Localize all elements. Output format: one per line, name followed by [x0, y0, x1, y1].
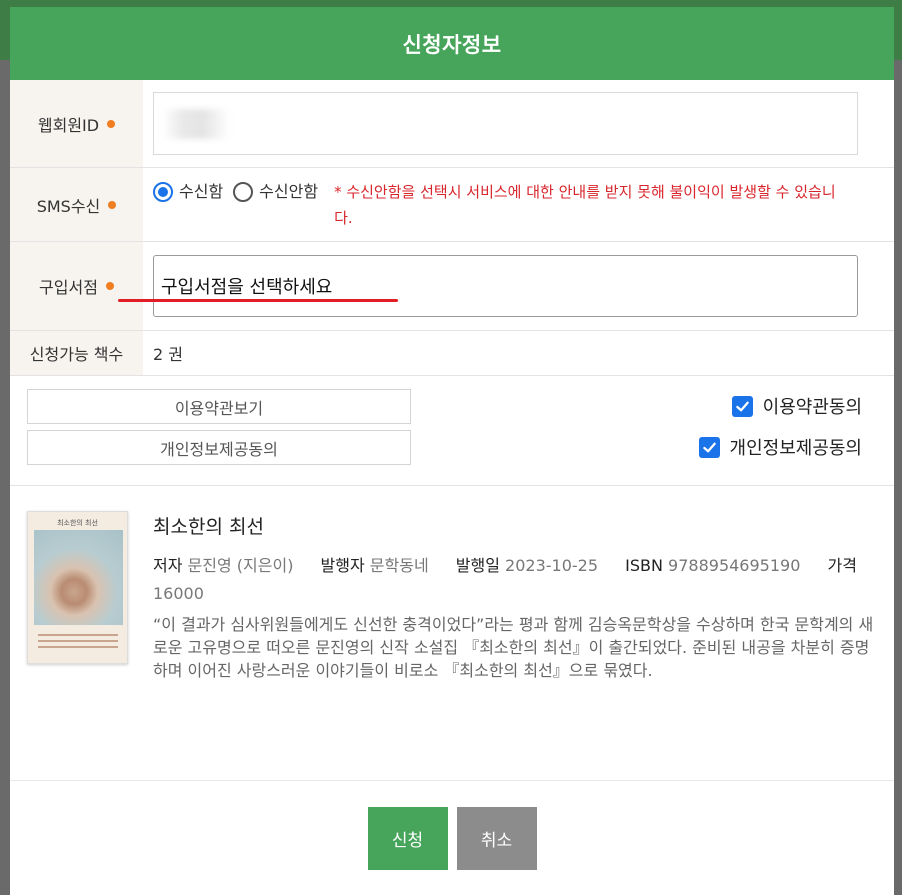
isbn-label: ISBN — [625, 556, 663, 575]
sms-receive-radio[interactable] — [153, 181, 173, 202]
red-annotation-underline — [118, 299, 398, 302]
checkbox-checked-icon[interactable] — [698, 436, 720, 458]
publisher-label: 발행자 — [320, 556, 365, 575]
count-label-cell: 신청가능 책수 — [10, 331, 143, 375]
backdrop-left — [0, 60, 10, 895]
price-label: 가격 — [827, 556, 857, 575]
count-row: 신청가능 책수 2 권 — [10, 331, 894, 376]
modal-footer: 신청 취소 — [10, 807, 894, 870]
store-label-cell: 구입서점 — [10, 242, 143, 330]
date-label: 발행일 — [455, 556, 500, 575]
privacy-agree-checkbox-item[interactable]: 개인정보제공동의 — [698, 434, 862, 460]
count-value: 2 권 — [153, 345, 183, 364]
author-label: 저자 — [153, 556, 183, 575]
web-id-value-cell — [143, 80, 894, 167]
publisher-value: 문학동네 — [369, 556, 429, 575]
sms-warning-note: * 수신안함을 선택시 서비스에 대한 안내를 받지 못해 불이익이 발생할 수… — [334, 182, 836, 227]
checkbox-checked-icon[interactable] — [731, 395, 753, 417]
store-select-value: 구입서점을 선택하세요 — [161, 277, 333, 298]
view-terms-button[interactable]: 이용약관보기 — [27, 389, 411, 424]
agreement-section: 이용약관보기 개인정보제공동의 이용약관동의 개인정보제공동의 — [10, 376, 894, 486]
required-dot-icon — [105, 282, 114, 290]
sms-label-cell: SMS수신 — [10, 168, 143, 241]
cover-text-lines — [38, 630, 118, 652]
required-dot-icon — [107, 119, 116, 128]
cover-title: 최소한의 최선 — [57, 519, 98, 527]
modal-header: 신청자정보 — [10, 7, 894, 80]
sms-label: SMS수신 — [36, 196, 101, 216]
terms-agree-label[interactable]: 이용약관동의 — [763, 393, 862, 419]
book-cover-image: 최소한의 최선 — [27, 511, 128, 664]
book-meta: 저자 문진영 (지은이) 발행자 문학동네 발행일 2023-10-25 ISB… — [153, 552, 873, 608]
terms-agree-checkbox-item[interactable]: 이용약관동의 — [731, 393, 862, 419]
book-description: “이 결과가 심사위원들에게도 신선한 충격이었다”라는 평과 함께 김승옥문학… — [153, 615, 874, 680]
cover-photo — [34, 530, 123, 625]
cancel-button[interactable]: 취소 — [456, 807, 537, 870]
count-value-cell: 2 권 — [143, 331, 894, 375]
price-value: 16000 — [153, 584, 204, 603]
modal-title: 신청자정보 — [402, 32, 502, 57]
sms-decline-radio[interactable] — [233, 181, 254, 202]
privacy-consent-button[interactable]: 개인정보제공동의 — [27, 430, 411, 465]
applicant-info-modal: 신청자정보 웹회원ID SMS수신 수신함 수신안함 * 수신안함을 선택시 서… — [10, 7, 894, 895]
book-info-section: 최소한의 최선 최소한의 최선 저자 문진영 (지은이) 발행자 문학동네 발행… — [10, 486, 894, 781]
sms-receive-label[interactable]: 수신함 — [179, 181, 223, 203]
backdrop-right — [894, 60, 902, 895]
web-id-field[interactable] — [153, 92, 858, 155]
web-id-row: 웹회원ID — [10, 80, 894, 168]
sms-value-cell: 수신함 수신안함 * 수신안함을 선택시 서비스에 대한 안내를 받지 못해 불… — [143, 168, 894, 241]
sms-radio-group: 수신함 수신안함 * 수신안함을 선택시 서비스에 대한 안내를 받지 못해 불… — [153, 179, 854, 231]
book-title: 최소한의 최선 — [153, 516, 264, 538]
author-value: 문진영 (지은이) — [187, 556, 294, 575]
sms-row: SMS수신 수신함 수신안함 * 수신안함을 선택시 서비스에 대한 안내를 받… — [10, 168, 894, 242]
privacy-agree-label[interactable]: 개인정보제공동의 — [730, 434, 862, 460]
date-value: 2023-10-25 — [505, 556, 599, 575]
sms-decline-label[interactable]: 수신안함 — [259, 181, 318, 203]
isbn-value: 9788954695190 — [668, 556, 801, 575]
web-id-label-cell: 웹회원ID — [10, 80, 143, 167]
store-select[interactable]: 구입서점을 선택하세요 — [153, 255, 858, 317]
count-label: 신청가능 책수 — [29, 345, 124, 364]
blurred-id-value — [162, 109, 230, 139]
required-dot-icon — [108, 200, 117, 209]
store-value-cell: 구입서점을 선택하세요 — [143, 242, 894, 330]
web-id-label: 웹회원ID — [37, 115, 100, 135]
privacy-consent-label: 개인정보제공동의 — [160, 439, 278, 459]
store-row: 구입서점 구입서점을 선택하세요 — [10, 242, 894, 331]
view-terms-label: 이용약관보기 — [174, 398, 264, 418]
apply-button[interactable]: 신청 — [367, 807, 448, 870]
store-label: 구입서점 — [39, 278, 98, 297]
